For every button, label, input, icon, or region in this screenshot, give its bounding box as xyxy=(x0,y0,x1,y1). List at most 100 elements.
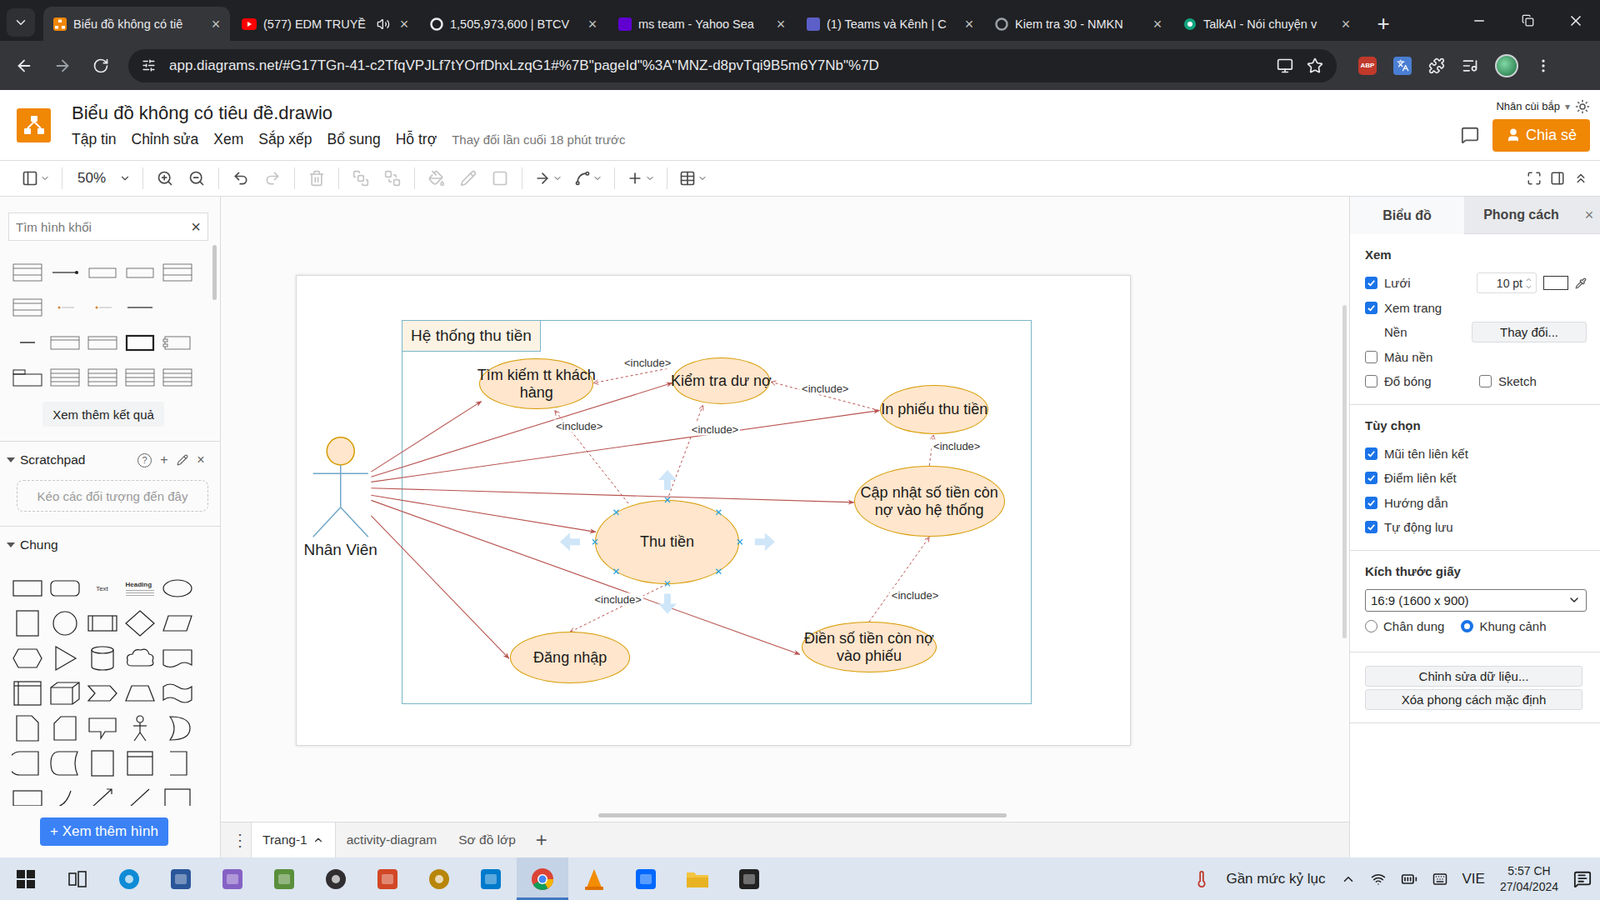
to-front-button[interactable] xyxy=(350,165,371,191)
format-close-button[interactable]: × xyxy=(1578,196,1600,235)
user-name[interactable]: Nhân cùi bắp xyxy=(1495,100,1560,113)
uml-shape-icon[interactable] xyxy=(49,296,81,319)
grid-color-swatch[interactable] xyxy=(1543,275,1569,290)
shadow-checkbox[interactable] xyxy=(1365,375,1378,388)
shape-thumb[interactable] xyxy=(83,640,121,676)
include-edge[interactable] xyxy=(593,367,672,383)
shape-thumb[interactable] xyxy=(83,325,121,360)
uml-shape-icon[interactable] xyxy=(124,296,156,319)
edit-pencil-icon[interactable] xyxy=(176,454,189,466)
uml-shape-icon[interactable] xyxy=(11,366,44,389)
taskbar-app[interactable] xyxy=(413,857,465,900)
connection-point-icon[interactable] xyxy=(736,540,742,545)
app-icon[interactable] xyxy=(376,868,399,890)
arrow1-shape-icon[interactable] xyxy=(86,784,119,806)
shape-thumb[interactable] xyxy=(158,745,196,781)
app-icon[interactable] xyxy=(324,867,348,891)
windows-start-icon[interactable] xyxy=(16,870,35,889)
shape-thumb[interactable] xyxy=(158,255,196,290)
weather-thermometer-icon[interactable] xyxy=(1192,870,1211,889)
url-text[interactable]: app.diagrams.net/#G17TGn-41-c2TfqVPJLf7t… xyxy=(169,57,1264,75)
line-color-button[interactable] xyxy=(458,165,479,191)
close-button[interactable]: × xyxy=(193,452,209,468)
shape-thumb[interactable] xyxy=(158,710,196,746)
shape-thumb[interactable] xyxy=(158,570,196,606)
drawio-logo[interactable] xyxy=(16,108,51,143)
shape-thumb[interactable] xyxy=(120,640,159,676)
add-page-button[interactable]: + xyxy=(526,822,557,858)
association-edge[interactable] xyxy=(370,401,481,472)
use-case[interactable]: Cập nhật số tiền còn nợ vào hệ thống xyxy=(854,465,1005,538)
zoom-out-button[interactable] xyxy=(186,165,207,191)
curve-shape-icon[interactable] xyxy=(49,784,81,806)
uml-shape-icon[interactable] xyxy=(124,261,156,284)
text-shape[interactable]: Text xyxy=(95,585,109,593)
uml-shape-icon[interactable] xyxy=(161,296,194,319)
rect-shape-icon[interactable] xyxy=(11,574,44,603)
add-button[interactable]: + xyxy=(156,452,172,468)
shape-thumb[interactable] xyxy=(83,290,121,325)
app-icon[interactable] xyxy=(427,867,451,891)
uml-shape-icon[interactable] xyxy=(161,366,194,389)
more-results-button[interactable]: Xem thêm kết quả xyxy=(42,401,165,427)
panel-action-button[interactable]: Xóa phong cách mặc định xyxy=(1365,689,1583,710)
or-shape-icon[interactable] xyxy=(161,714,194,743)
use-case[interactable]: Kiểm tra dư nợ xyxy=(672,357,771,405)
uml-shape-icon[interactable] xyxy=(86,261,119,284)
taskbar-app[interactable] xyxy=(516,857,569,900)
app-icon[interactable] xyxy=(480,868,502,890)
browser-tab[interactable]: ms team - Yahoo Sea× xyxy=(608,6,795,41)
uml-shape-icon[interactable] xyxy=(11,261,44,284)
scratchpad-dropzone[interactable]: Kéo các đối tượng đến đây xyxy=(16,480,209,512)
fullscreen-icon[interactable] xyxy=(1526,170,1542,186)
trapezoid-shape-icon[interactable] xyxy=(124,679,156,708)
edge-label[interactable]: <include> xyxy=(800,381,850,395)
card-shape-icon[interactable] xyxy=(49,714,81,743)
shape-thumb[interactable] xyxy=(8,640,46,676)
hexagon-shape-icon[interactable] xyxy=(11,644,44,673)
site-settings-icon[interactable] xyxy=(141,58,156,73)
menu-item[interactable]: Hỗ trợ xyxy=(395,130,437,149)
shape-thumb[interactable] xyxy=(158,780,196,806)
new-tab-button[interactable]: + xyxy=(1368,8,1399,39)
shape-thumb[interactable] xyxy=(45,745,84,781)
tab-search-button[interactable] xyxy=(6,8,35,37)
uml-shape-icon[interactable] xyxy=(161,331,194,354)
comments-icon[interactable] xyxy=(1460,125,1480,145)
shape-thumb[interactable] xyxy=(158,290,196,325)
share-button[interactable]: Chia sẻ xyxy=(1492,119,1590,152)
panel-action-button[interactable]: Chỉnh sửa dữ liệu... xyxy=(1365,665,1583,687)
menu-item[interactable]: Bổ sung xyxy=(327,130,381,149)
shape-thumb[interactable] xyxy=(158,675,196,711)
arrow2-shape-icon[interactable] xyxy=(124,784,156,806)
shape-thumb[interactable] xyxy=(158,360,196,395)
internal-shape-icon[interactable] xyxy=(11,679,44,708)
spin-down-icon[interactable] xyxy=(1525,283,1533,291)
shape-thumb[interactable] xyxy=(120,745,159,781)
association-edge[interactable] xyxy=(370,500,800,655)
shape-thumb[interactable] xyxy=(83,255,121,290)
page-tab[interactable]: activity-diagram xyxy=(335,822,449,858)
language-indicator[interactable]: VIE xyxy=(1462,870,1485,888)
bracket-shape-icon[interactable] xyxy=(161,749,194,778)
audio-icon[interactable] xyxy=(376,17,390,31)
shape-thumb[interactable] xyxy=(8,745,46,781)
cloud-shape-icon[interactable] xyxy=(124,644,156,673)
option-checkbox[interactable] xyxy=(1365,447,1378,460)
heading-shape[interactable]: Heading xyxy=(125,580,155,596)
weather-text[interactable]: Gần mức kỷ lục xyxy=(1225,870,1325,888)
tab-close-button[interactable]: × xyxy=(208,16,224,32)
shape-thumb[interactable] xyxy=(83,605,121,641)
bookmark-star-icon[interactable] xyxy=(1306,57,1324,75)
waypoints-button[interactable] xyxy=(574,165,603,191)
shape-thumb[interactable]: Text xyxy=(83,570,121,606)
collapse-icon[interactable] xyxy=(1573,170,1589,186)
eyedropper-icon[interactable] xyxy=(1575,277,1587,290)
uml-shape-icon[interactable] xyxy=(49,331,81,354)
vertical-scrollbar[interactable] xyxy=(1342,305,1347,639)
uml-shape-icon[interactable] xyxy=(124,331,156,354)
callout-shape-icon[interactable] xyxy=(86,714,119,743)
taskbar-app[interactable] xyxy=(620,857,672,900)
zoom-in-button[interactable] xyxy=(155,165,175,191)
rounded-shape-icon[interactable] xyxy=(49,574,81,603)
